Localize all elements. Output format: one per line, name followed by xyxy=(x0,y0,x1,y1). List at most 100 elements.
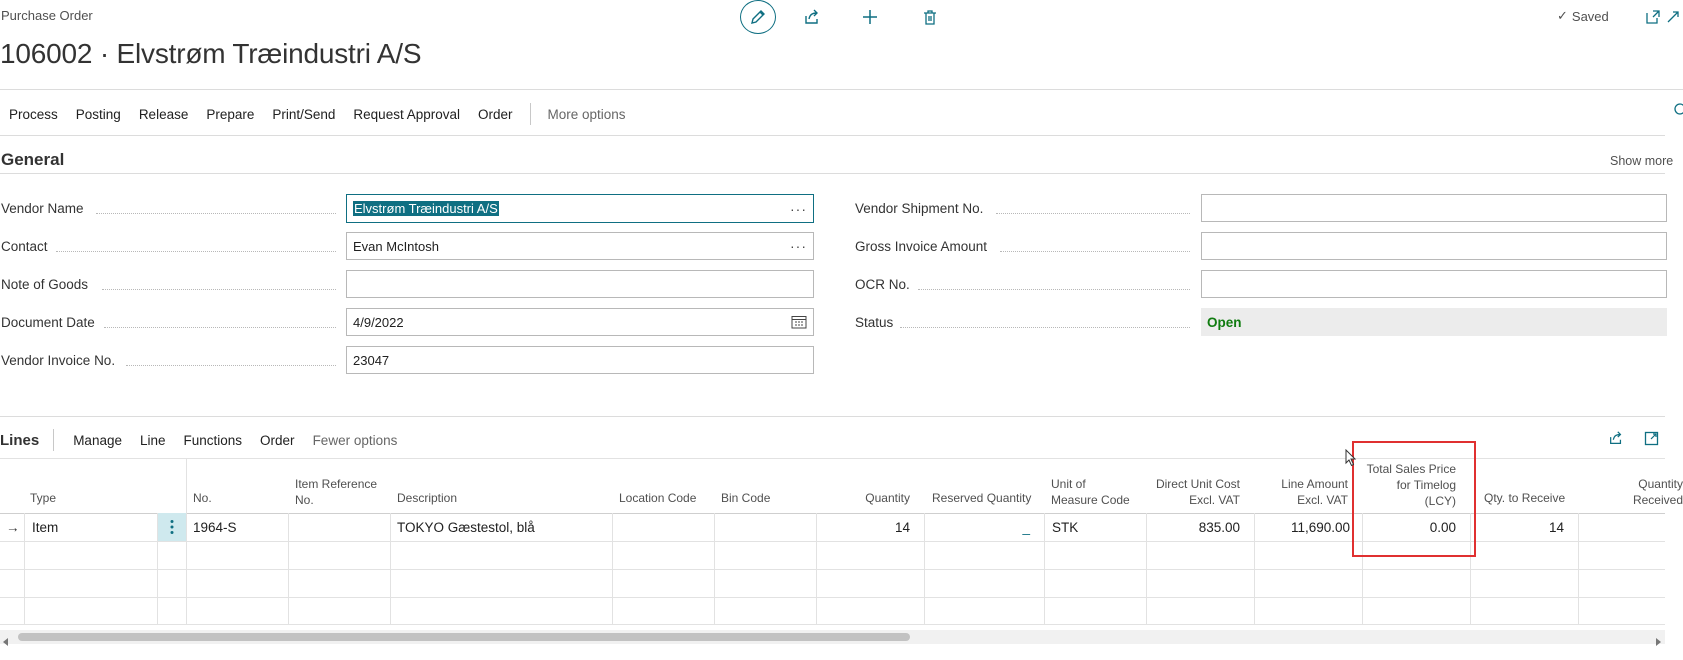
lines-toolbar: Lines Manage Line Functions Order Fewer … xyxy=(0,428,406,452)
document-date-label: Document Date xyxy=(1,315,95,330)
vendor-name-value: Elvstrøm Træindustri A/S xyxy=(353,201,499,216)
ocr-no-field[interactable] xyxy=(1201,270,1667,298)
document-date-value: 4/9/2022 xyxy=(353,314,404,330)
more-options-button[interactable]: More options xyxy=(539,107,635,122)
col-location-code[interactable]: Location Code xyxy=(619,490,696,506)
lines-title[interactable]: Lines xyxy=(0,432,53,449)
calendar-icon[interactable] xyxy=(791,315,807,329)
leader-dots xyxy=(126,365,336,366)
contact-label: Contact xyxy=(1,239,48,254)
col-unit-of-measure[interactable]: Unit of Measure Code xyxy=(1051,476,1130,508)
note-of-goods-field[interactable] xyxy=(346,270,814,298)
ocr-no-label: OCR No. xyxy=(855,277,910,292)
action-order[interactable]: Order xyxy=(469,107,522,122)
mouse-cursor-icon xyxy=(1345,449,1357,467)
document-date-field[interactable]: 4/9/2022 xyxy=(346,308,814,336)
contact-field[interactable]: Evan McIntosh ··· xyxy=(346,232,814,260)
col-qty-to-receive[interactable]: Qty. to Receive xyxy=(1484,490,1565,506)
leader-dots xyxy=(102,289,336,290)
horizontal-scrollbar[interactable] xyxy=(0,630,1665,646)
col-description[interactable]: Description xyxy=(397,490,457,506)
col-line-amount[interactable]: Line Amount Excl. VAT xyxy=(1256,476,1348,508)
share-button[interactable] xyxy=(794,0,830,34)
action-bar: Process Posting Release Prepare Print/Se… xyxy=(0,102,635,126)
divider xyxy=(0,89,1683,90)
gross-invoice-amount-label: Gross Invoice Amount xyxy=(855,239,988,254)
collapse-button[interactable] xyxy=(1662,0,1683,34)
open-in-new-window-icon xyxy=(1646,10,1660,24)
col-item-reference-no[interactable]: Item Reference No. xyxy=(295,476,377,508)
gross-invoice-amount-field[interactable] xyxy=(1201,232,1667,260)
col-direct-unit-cost[interactable]: Direct Unit Cost Excl. VAT xyxy=(1148,476,1240,508)
row-reserved-quantity[interactable]: _ xyxy=(924,513,1030,541)
action-process[interactable]: Process xyxy=(0,107,67,122)
share-icon xyxy=(1610,431,1622,444)
col-qty-received-line1: Quantity xyxy=(1638,477,1683,491)
edit-button[interactable] xyxy=(740,0,776,34)
search-button[interactable] xyxy=(1670,96,1683,124)
delete-button[interactable] xyxy=(912,0,948,34)
vendor-name-field[interactable]: Elvstrøm Træindustri A/S ··· xyxy=(346,194,814,223)
lines-order[interactable]: Order xyxy=(251,433,304,448)
action-posting[interactable]: Posting xyxy=(67,107,130,122)
leader-dots xyxy=(104,327,336,328)
pencil-icon xyxy=(751,10,765,24)
grid-line xyxy=(0,597,1665,598)
leader-dots xyxy=(900,327,1190,328)
status-value: Open xyxy=(1201,308,1667,336)
row-quantity[interactable]: 14 xyxy=(816,513,910,541)
action-separator xyxy=(529,103,531,125)
lines-line[interactable]: Line xyxy=(131,433,175,448)
action-prepare[interactable]: Prepare xyxy=(197,107,263,122)
action-request-approval[interactable]: Request Approval xyxy=(344,107,469,122)
show-more-link[interactable]: Show more xyxy=(1610,154,1673,168)
col-qty-received-line2: Received xyxy=(1632,493,1683,507)
new-button[interactable] xyxy=(852,0,888,34)
col-bin-code[interactable]: Bin Code xyxy=(721,490,770,506)
vendor-invoice-no-label: Vendor Invoice No. xyxy=(1,353,116,368)
leader-dots xyxy=(1000,251,1190,252)
vendor-invoice-no-field[interactable]: 23047 xyxy=(346,346,814,374)
col-quantity[interactable]: Quantity xyxy=(818,490,910,506)
scroll-left-icon[interactable] xyxy=(3,633,9,651)
lines-manage[interactable]: Manage xyxy=(64,433,131,448)
trash-icon xyxy=(924,10,936,25)
row-no[interactable]: 1964-S xyxy=(193,513,237,541)
leader-dots xyxy=(918,289,1190,290)
lines-separator xyxy=(53,429,55,451)
vendor-invoice-no-value: 23047 xyxy=(353,352,390,368)
lines-share-button[interactable] xyxy=(1602,424,1630,452)
col-quantity-received[interactable]: Quantity Received xyxy=(1598,476,1683,508)
lookup-ellipsis-icon[interactable]: ··· xyxy=(790,238,807,254)
row-menu-button[interactable] xyxy=(158,513,186,541)
check-icon: ✓ xyxy=(1557,8,1568,23)
fewer-options-button[interactable]: Fewer options xyxy=(304,433,407,448)
row-description[interactable]: TOKYO Gæstestol, blå xyxy=(397,513,535,541)
col-line-amount-line1: Line Amount xyxy=(1281,477,1348,491)
row-type[interactable]: Item xyxy=(32,513,58,541)
page-caption: Purchase Order xyxy=(1,8,93,23)
row-direct-unit-cost[interactable]: 835.00 xyxy=(1146,513,1240,541)
contact-value: Evan McIntosh xyxy=(353,238,439,254)
general-section-title[interactable]: General xyxy=(1,150,64,170)
row-line-amount[interactable]: 11,690.00 xyxy=(1254,513,1350,541)
col-uom-line1: Unit of xyxy=(1051,477,1086,491)
row-unit-of-measure[interactable]: STK xyxy=(1052,513,1078,541)
action-print-send[interactable]: Print/Send xyxy=(263,107,344,122)
highlight-box xyxy=(1352,441,1476,557)
row-qty-to-receive[interactable]: 14 xyxy=(1470,513,1564,541)
leader-dots xyxy=(56,251,336,252)
col-no[interactable]: No. xyxy=(193,490,212,506)
expand-icon xyxy=(1644,431,1658,445)
action-release[interactable]: Release xyxy=(130,107,198,122)
scroll-right-icon[interactable] xyxy=(1655,633,1661,651)
lookup-ellipsis-icon[interactable]: ··· xyxy=(790,201,807,217)
lines-functions[interactable]: Functions xyxy=(175,433,252,448)
scrollbar-thumb[interactable] xyxy=(18,633,910,641)
lines-expand-button[interactable] xyxy=(1637,424,1665,452)
col-reserved-quantity[interactable]: Reserved Quantity xyxy=(932,490,1031,506)
col-type[interactable]: Type xyxy=(30,490,56,506)
vendor-shipment-no-field[interactable] xyxy=(1201,194,1667,222)
page-title: 106002 · Elvstrøm Træindustri A/S xyxy=(0,38,422,69)
col-line-amount-line2: Excl. VAT xyxy=(1297,493,1348,507)
